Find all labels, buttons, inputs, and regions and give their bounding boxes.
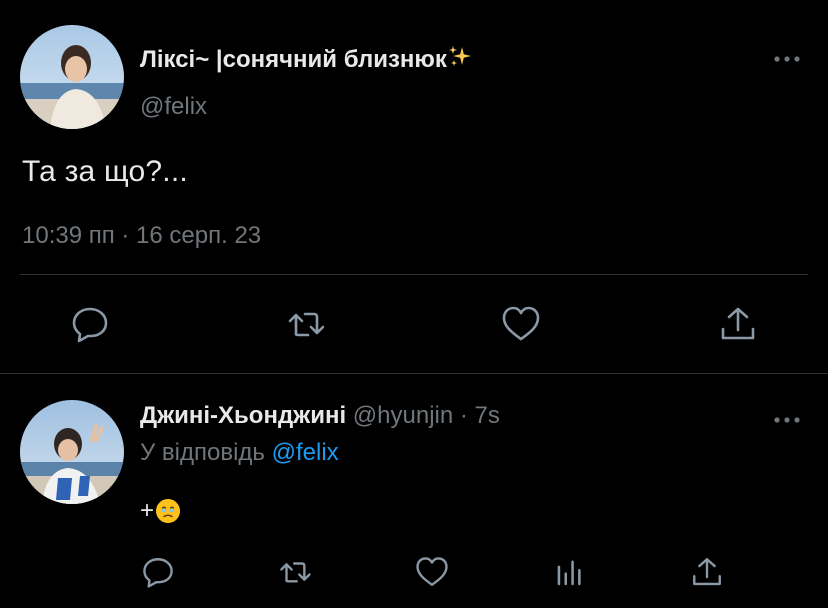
retweet-icon[interactable] <box>286 304 326 344</box>
author-avatar[interactable] <box>20 25 124 129</box>
author-name[interactable]: Ліксі~ |сонячний близнюк <box>140 45 472 74</box>
face-holding-back-tears-emoji <box>155 498 181 524</box>
analytics-icon[interactable] <box>553 555 587 589</box>
like-icon[interactable] <box>501 304 541 344</box>
share-icon[interactable] <box>718 304 758 344</box>
share-icon[interactable] <box>690 555 724 589</box>
reply-header: Джині-Хьонджині @hyunjin · 7s <box>140 402 500 430</box>
reply-text: + <box>140 497 181 525</box>
reply-more-options-icon[interactable] <box>772 414 802 426</box>
reply-to-line: У відповідь @felix <box>140 439 339 467</box>
reply-text-content: + <box>140 497 155 524</box>
author-name-text: Ліксі~ |сонячний близнюк <box>140 46 447 73</box>
divider <box>0 373 828 374</box>
reply-author-name[interactable]: Джині-Хьонджині <box>140 402 346 429</box>
reply-author-avatar[interactable] <box>20 400 124 504</box>
reply-to-handle-link[interactable]: @felix <box>272 439 339 466</box>
reply-handle-time[interactable]: @hyunjin · 7s <box>353 402 500 429</box>
reply-icon[interactable] <box>141 555 175 589</box>
sparkles-icon <box>448 45 472 69</box>
reply-to-prefix: У відповідь <box>140 439 265 466</box>
reply-icon[interactable] <box>70 304 110 344</box>
tweet-text: Та за що?... <box>22 155 188 188</box>
tweet-timestamp[interactable]: 10:39 пп · 16 серп. 23 <box>22 222 261 250</box>
retweet-icon[interactable] <box>278 555 312 589</box>
more-options-icon[interactable] <box>772 53 802 65</box>
like-icon[interactable] <box>415 555 449 589</box>
divider <box>20 274 808 275</box>
author-handle[interactable]: @felix <box>140 93 207 121</box>
